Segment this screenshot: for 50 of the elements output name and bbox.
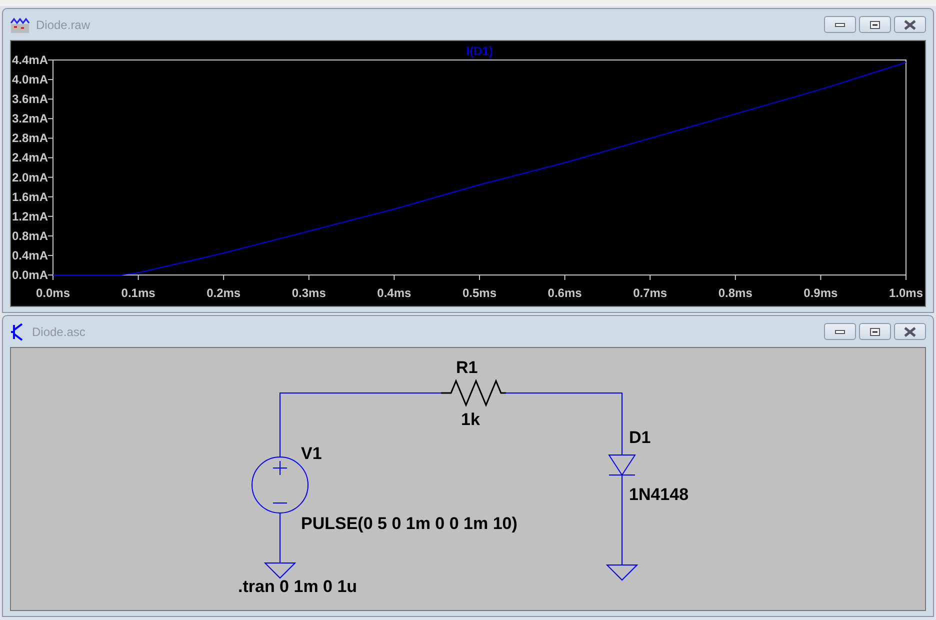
minimize-button[interactable] [824,323,856,340]
spice-directive: .tran 0 1m 0 1u [238,577,358,596]
y-tick-label: 0.4mA [12,248,48,262]
close-button[interactable] [894,323,926,340]
restore-button[interactable] [859,16,891,33]
y-tick-label: 3.6mA [12,92,48,106]
ground-symbol [606,564,638,581]
close-button[interactable] [894,16,926,33]
resistor-symbol[interactable] [441,379,506,407]
x-tick-label: 0.3ms [292,286,326,300]
x-tick-label: 0.5ms [462,286,497,300]
x-tick-label: 0.0ms [36,286,70,300]
restore-button[interactable] [859,323,891,340]
y-tick-label: 1.6mA [12,190,48,204]
x-tick-label: 0.9ms [804,286,838,300]
y-tick-label: 1.2mA [12,209,48,224]
component-value: PULSE(0 5 0 1m 0 0 1m 10) [301,514,518,533]
y-tick-label: 4.4mA [12,53,48,67]
window-title: Diode.asc [32,324,86,338]
close-icon [904,326,916,336]
y-tick-label: 2.0mA [12,170,48,184]
x-tick-label: 0.4ms [377,286,412,300]
component-value: 1N4148 [629,485,689,504]
x-tick-label: 1.0ms [888,286,924,300]
x-tick-label: 0.2ms [206,286,241,300]
y-tick-label: 2.8mA [12,131,48,146]
component-name: R1 [456,358,478,377]
x-tick-label: 0.7ms [633,286,668,300]
y-tick-label: 0.0mA [12,268,48,282]
x-tick-label: 0.8ms [718,286,752,300]
y-tick-label: 4.0mA [12,72,48,87]
x-tick-label: 0.6ms [548,286,582,300]
component-value: 1k [461,410,480,429]
y-tick-label: 2.4mA [12,150,48,165]
ground-symbol [264,562,296,579]
close-icon [904,20,916,30]
minimize-icon [835,328,845,334]
restore-icon [870,20,880,28]
y-tick-label: 3.2mA [12,112,48,126]
window-title: Diode.raw [36,18,90,32]
minimize-icon [835,22,845,28]
component-name: V1 [301,444,322,463]
y-tick-label: 0.8mA [12,228,48,243]
minimize-button[interactable] [824,16,856,33]
restore-icon [870,328,880,336]
component-name: D1 [629,428,651,447]
x-tick-label: 0.1ms [121,286,156,300]
trace-label[interactable]: I(D1) [466,44,493,58]
diode-symbol[interactable] [608,454,636,476]
waveform-icon [10,16,30,34]
